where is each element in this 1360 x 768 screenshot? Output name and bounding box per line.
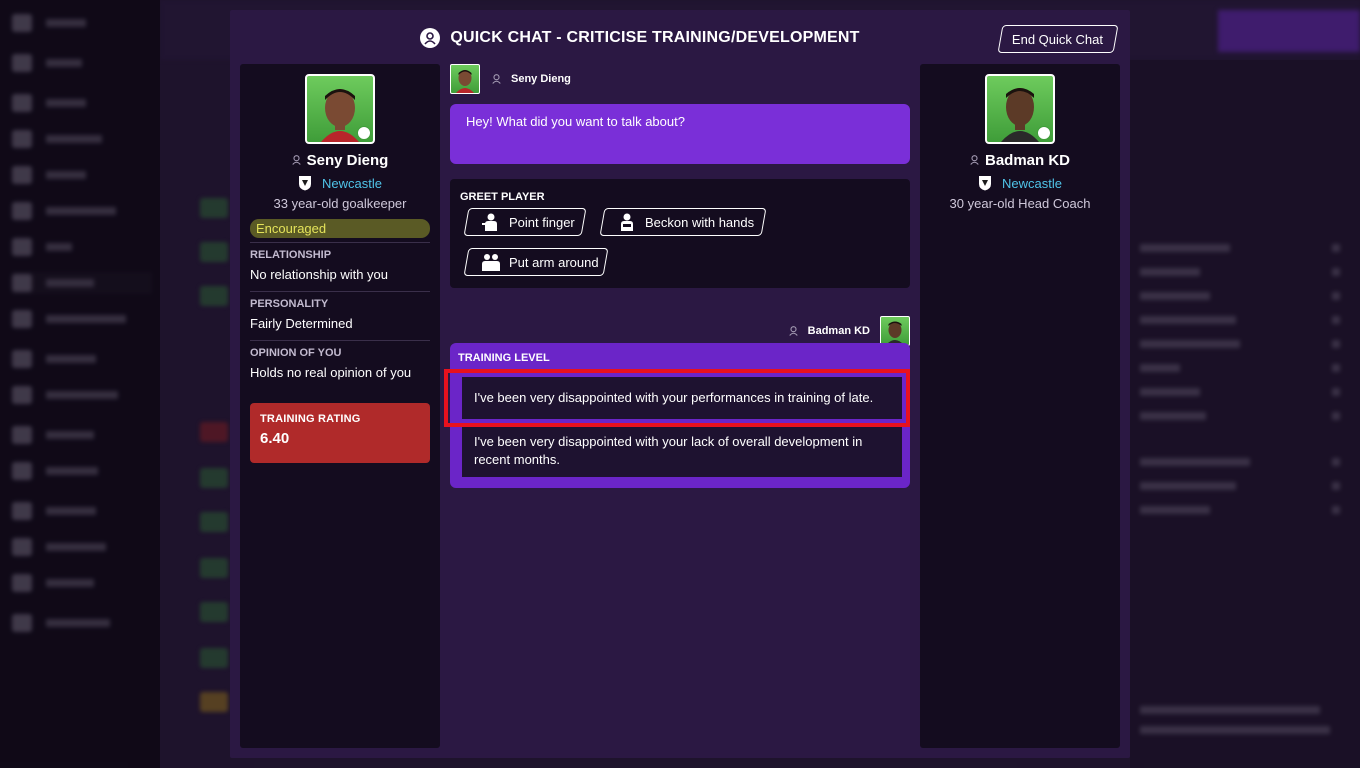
person-icon bbox=[970, 155, 979, 165]
player-mini-portrait bbox=[450, 64, 480, 94]
player-morale-badge: Encouraged bbox=[250, 219, 430, 238]
player-message-bubble: Hey! What did you want to talk about? bbox=[450, 104, 910, 164]
training-level-panel: TRAINING LEVEL I've been very disappoint… bbox=[444, 343, 910, 488]
greet-options-panel: GREET PLAYER Point finger Beckon with ha… bbox=[450, 179, 910, 288]
training-rating-label: TRAINING RATING bbox=[260, 413, 361, 425]
modal-title-group: QUICK CHAT - CRITICISE TRAINING/DEVELOPM… bbox=[420, 28, 859, 48]
point-finger-icon bbox=[482, 213, 497, 231]
person-icon bbox=[788, 326, 798, 336]
end-quick-chat-label: End Quick Chat bbox=[1012, 31, 1104, 47]
coach-description: 30 year-old Head Coach bbox=[949, 196, 1091, 211]
opinion-value: Holds no real opinion of you bbox=[250, 365, 412, 380]
opinion-section: OPINION OF YOU Holds no real opinion of … bbox=[250, 340, 430, 388]
club-crest-icon bbox=[299, 176, 312, 191]
put-arm-around-label: Put arm around bbox=[509, 254, 599, 270]
coach-panel: Badman KD Newcastle 30 year-old Head Coa… bbox=[920, 64, 1120, 748]
beckon-hands-icon bbox=[621, 213, 633, 231]
modal-title: QUICK CHAT - CRITICISE TRAINING/DEVELOPM… bbox=[450, 29, 860, 46]
relationship-value: No relationship with you bbox=[250, 267, 389, 282]
person-icon bbox=[291, 155, 301, 165]
point-finger-label: Point finger bbox=[509, 214, 575, 230]
greet-options-title: GREET PLAYER bbox=[460, 191, 545, 203]
opinion-label: OPINION OF YOU bbox=[250, 347, 342, 359]
player-description: 33 year-old goalkeeper bbox=[273, 196, 407, 211]
modal-header: QUICK CHAT - CRITICISE TRAINING/DEVELOPM… bbox=[230, 10, 1130, 66]
coach-status-badge bbox=[1037, 126, 1051, 140]
personality-label: PERSONALITY bbox=[250, 298, 329, 310]
person-icon bbox=[492, 74, 501, 84]
put-arm-around-button[interactable]: Put arm around bbox=[463, 248, 609, 276]
coach-name-row: Badman KD bbox=[920, 150, 1120, 170]
player-club-link[interactable]: Newcastle bbox=[322, 176, 382, 191]
player-mini-face-icon bbox=[456, 70, 474, 93]
arm-around-icon bbox=[482, 254, 500, 271]
response-option-performances[interactable]: I've been very disappointed with your pe… bbox=[458, 377, 902, 419]
response-option-development[interactable]: I've been very disappointed with your la… bbox=[458, 425, 902, 477]
coach-speaker-name: Badman KD bbox=[807, 325, 870, 337]
coach-portrait[interactable] bbox=[985, 74, 1055, 144]
player-speaker-row: Seny Dieng bbox=[450, 64, 571, 94]
personality-value: Fairly Determined bbox=[250, 316, 353, 331]
coach-speaker-row: Badman KD bbox=[788, 316, 910, 346]
training-rating-box: TRAINING RATING 6.40 bbox=[250, 403, 430, 463]
player-portrait[interactable] bbox=[305, 74, 375, 144]
player-speaker-name: Seny Dieng bbox=[511, 73, 571, 85]
beckon-with-hands-label: Beckon with hands bbox=[645, 214, 755, 230]
quick-chat-icon bbox=[420, 28, 441, 48]
training-rating-value: 6.40 bbox=[260, 430, 290, 447]
quick-chat-modal: QUICK CHAT - CRITICISE TRAINING/DEVELOPM… bbox=[230, 10, 1130, 758]
beckon-with-hands-button[interactable]: Beckon with hands bbox=[599, 208, 767, 236]
coach-club-row: Newcastle bbox=[920, 174, 1120, 192]
relationship-label: RELATIONSHIP bbox=[250, 249, 332, 261]
coach-name[interactable]: Badman KD bbox=[985, 152, 1070, 169]
player-club-row: Newcastle bbox=[240, 174, 440, 192]
relationship-section: RELATIONSHIP No relationship with you bbox=[250, 242, 430, 290]
player-name-row: Seny Dieng bbox=[240, 150, 440, 170]
coach-club-link[interactable]: Newcastle bbox=[1002, 176, 1062, 191]
player-panel: Seny Dieng Newcastle 33 year-old goalkee… bbox=[240, 64, 440, 748]
coach-mini-face-icon bbox=[886, 321, 904, 345]
club-crest-icon bbox=[979, 176, 992, 191]
training-level-title: TRAINING LEVEL bbox=[458, 352, 550, 364]
point-finger-button[interactable]: Point finger bbox=[463, 208, 587, 236]
chat-area: Seny Dieng Hey! What did you want to tal… bbox=[444, 64, 910, 748]
coach-mini-portrait bbox=[880, 316, 910, 346]
end-quick-chat-button[interactable]: End Quick Chat bbox=[997, 25, 1119, 53]
personality-section: PERSONALITY Fairly Determined bbox=[250, 291, 430, 339]
player-name[interactable]: Seny Dieng bbox=[307, 152, 389, 169]
player-status-badge bbox=[357, 126, 371, 140]
